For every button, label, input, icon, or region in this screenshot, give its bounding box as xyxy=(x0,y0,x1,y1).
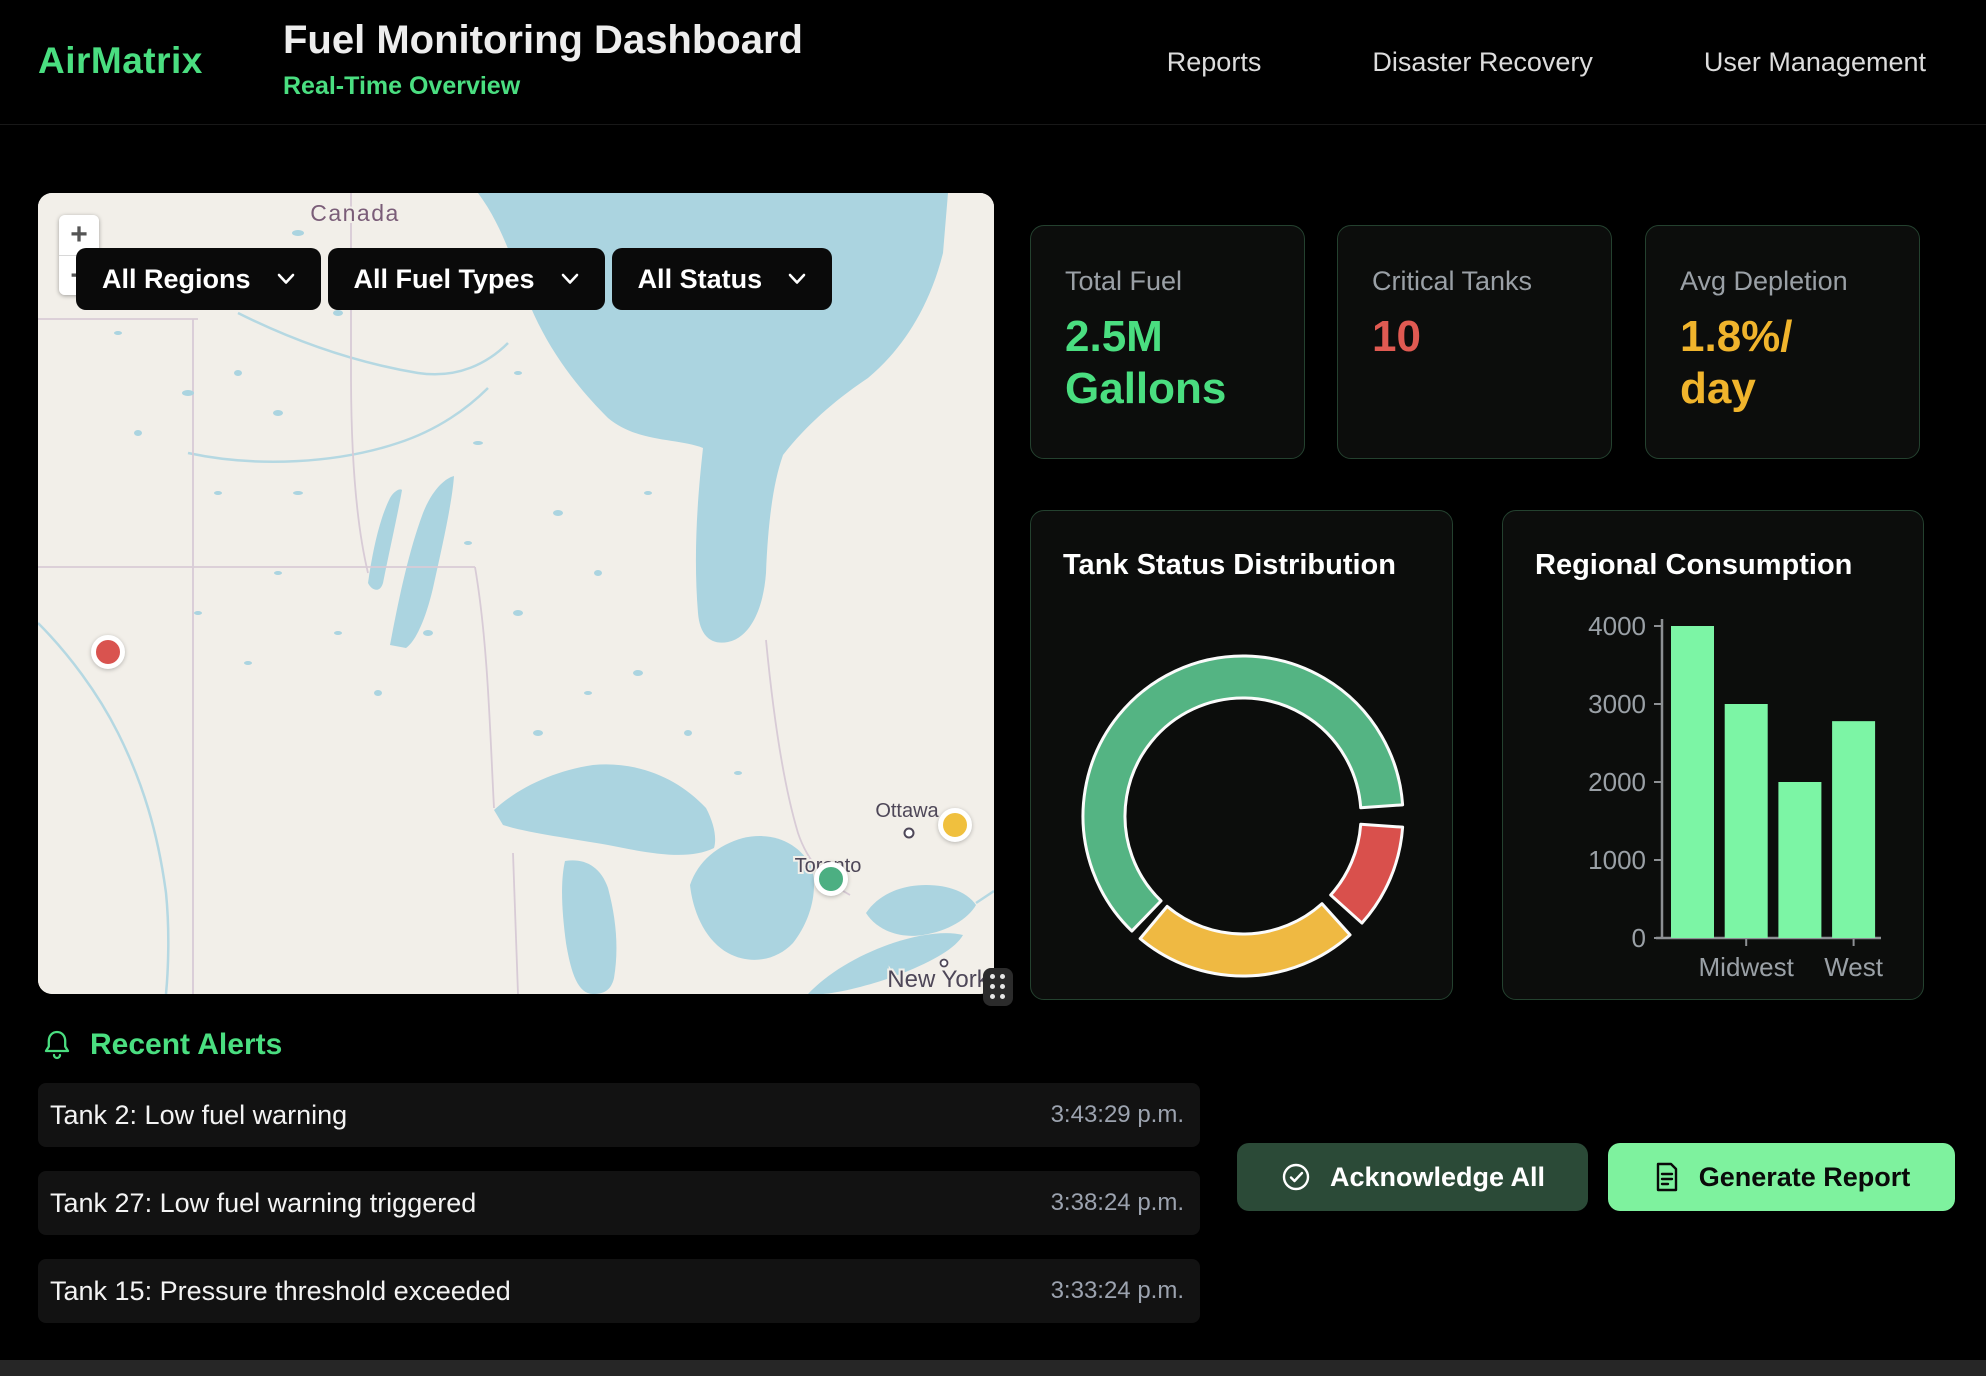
map-drag-handle[interactable] xyxy=(983,968,1013,1006)
y-tick-label: 1000 xyxy=(1588,845,1646,875)
nav-user-management[interactable]: User Management xyxy=(1704,47,1926,78)
map-label-new-york: New York xyxy=(887,966,989,993)
tank-marker-critical[interactable] xyxy=(91,635,125,669)
filter-regions[interactable]: All Regions xyxy=(76,248,321,310)
page-subtitle: Real-Time Overview xyxy=(283,72,520,101)
nav-disaster-recovery[interactable]: Disaster Recovery xyxy=(1372,47,1593,78)
stat-total-fuel-label: Total Fuel xyxy=(1065,266,1270,297)
alert-row[interactable]: Tank 2: Low fuel warning 3:43:29 p.m. xyxy=(38,1083,1200,1147)
stat-avg-depletion: Avg Depletion 1.8%/day xyxy=(1645,225,1920,459)
filter-fuel-types-value: All Fuel Types xyxy=(354,264,535,295)
bar-midwest xyxy=(1725,704,1768,938)
acknowledge-all-button[interactable]: Acknowledge All xyxy=(1237,1143,1588,1211)
y-tick-label: 4000 xyxy=(1588,611,1646,641)
tank-status-card: Tank Status Distribution xyxy=(1030,510,1453,1000)
filter-status[interactable]: All Status xyxy=(612,248,833,310)
map-graphic: Canada Ottawa Toronto New York xyxy=(38,193,994,994)
alert-row[interactable]: Tank 27: Low fuel warning triggered 3:38:… xyxy=(38,1171,1200,1235)
nav-reports[interactable]: Reports xyxy=(1167,47,1262,78)
map-filters: All Regions All Fuel Types All Status xyxy=(76,248,832,310)
x-tick-label: Midwest xyxy=(1699,952,1795,982)
stat-critical-tanks-value: 10 xyxy=(1372,311,1577,363)
bar-region-3 xyxy=(1778,782,1821,938)
bar-west xyxy=(1832,721,1875,938)
donut-chart-title: Tank Status Distribution xyxy=(1063,549,1396,582)
bar-region-1 xyxy=(1671,626,1714,938)
document-icon xyxy=(1653,1161,1681,1193)
map-label-canada: Canada xyxy=(310,200,400,226)
chevron-down-icon xyxy=(788,273,806,285)
alert-time: 3:38:24 p.m. xyxy=(1051,1189,1184,1217)
generate-report-button[interactable]: Generate Report xyxy=(1608,1143,1955,1211)
main-nav: Reports Disaster Recovery User Management xyxy=(1167,0,1926,125)
y-tick-label: 0 xyxy=(1632,923,1646,953)
regional-consumption-chart: 0 1000 2000 3000 4000 Midwest West xyxy=(1503,511,1925,999)
stat-critical-tanks-label: Critical Tanks xyxy=(1372,266,1577,297)
bell-icon xyxy=(42,1028,72,1062)
alert-text: Tank 2: Low fuel warning xyxy=(50,1100,347,1131)
chevron-down-icon xyxy=(277,273,295,285)
tank-status-donut xyxy=(1031,511,1454,999)
alert-row[interactable]: Tank 15: Pressure threshold exceeded 3:33… xyxy=(38,1259,1200,1323)
page-title: Fuel Monitoring Dashboard xyxy=(283,18,803,63)
check-circle-icon xyxy=(1280,1161,1312,1193)
alerts-title: Recent Alerts xyxy=(90,1028,282,1062)
chevron-down-icon xyxy=(561,273,579,285)
tank-marker-warning[interactable] xyxy=(938,808,972,842)
stat-total-fuel: Total Fuel 2.5MGallons xyxy=(1030,225,1305,459)
alert-text: Tank 27: Low fuel warning triggered xyxy=(50,1188,476,1219)
red-segment xyxy=(1331,824,1403,923)
bar-chart-title: Regional Consumption xyxy=(1535,549,1852,582)
app-header: AirMatrix Fuel Monitoring Dashboard Real… xyxy=(0,0,1986,125)
map-panel[interactable]: Canada Ottawa Toronto New York + − All R… xyxy=(38,193,994,994)
alert-time: 3:43:29 p.m. xyxy=(1051,1101,1184,1129)
alerts-header: Recent Alerts xyxy=(42,1028,282,1062)
filter-regions-value: All Regions xyxy=(102,264,251,295)
brand-logo: AirMatrix xyxy=(38,40,203,82)
filter-fuel-types[interactable]: All Fuel Types xyxy=(328,248,605,310)
generate-report-label: Generate Report xyxy=(1699,1162,1911,1193)
alert-text: Tank 15: Pressure threshold exceeded xyxy=(50,1276,511,1307)
filter-status-value: All Status xyxy=(638,264,763,295)
acknowledge-all-label: Acknowledge All xyxy=(1330,1162,1545,1193)
stat-avg-depletion-label: Avg Depletion xyxy=(1680,266,1885,297)
yellow-segment xyxy=(1140,904,1350,976)
regional-consumption-card: Regional Consumption 0 1000 2000 3000 4000 Mi… xyxy=(1502,510,1924,1000)
x-tick-label: West xyxy=(1824,952,1884,982)
bottom-strip xyxy=(0,1360,1986,1376)
ottawa-town-dot xyxy=(905,829,914,838)
alert-time: 3:33:24 p.m. xyxy=(1051,1277,1184,1305)
stat-critical-tanks: Critical Tanks 10 xyxy=(1337,225,1612,459)
tank-marker-normal[interactable] xyxy=(814,862,848,896)
stat-avg-depletion-value: 1.8%/day xyxy=(1680,311,1885,415)
stat-total-fuel-value: 2.5MGallons xyxy=(1065,311,1270,415)
y-tick-label: 2000 xyxy=(1588,767,1646,797)
map-label-ottawa: Ottawa xyxy=(875,800,939,822)
y-tick-label: 3000 xyxy=(1588,689,1646,719)
